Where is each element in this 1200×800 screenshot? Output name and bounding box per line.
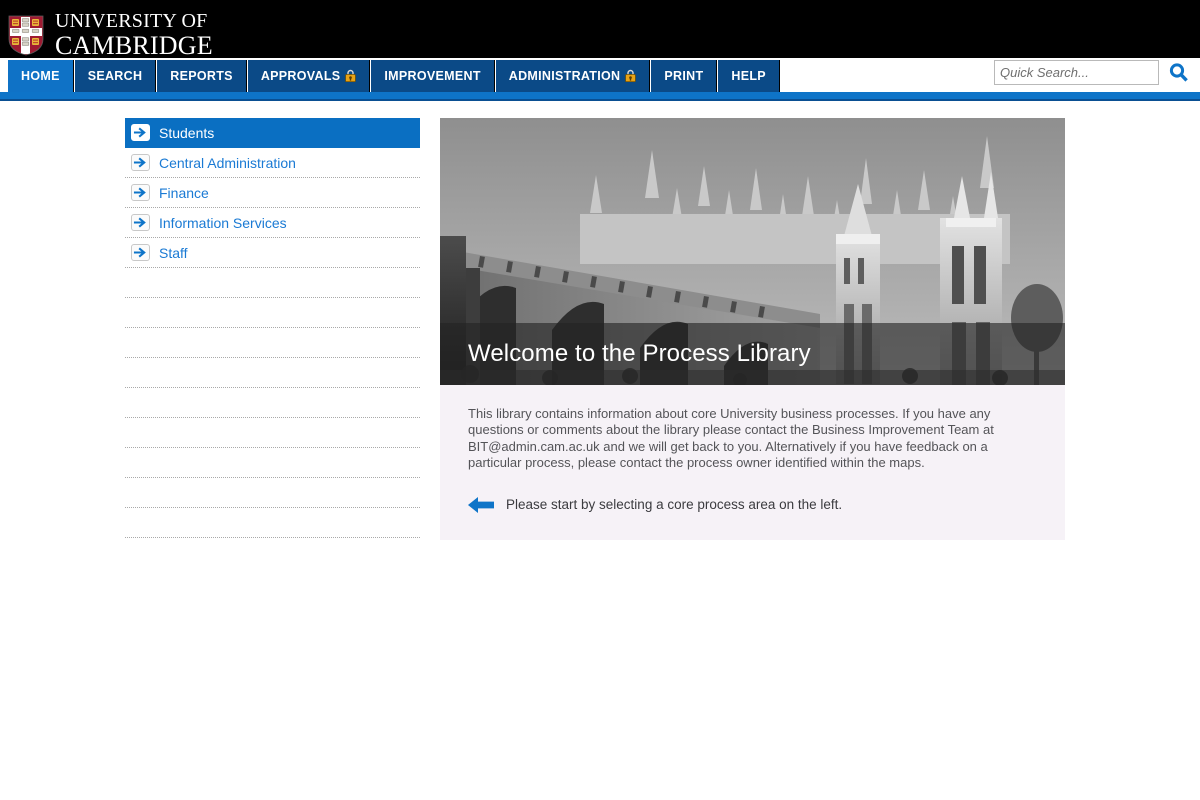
arrow-right-icon xyxy=(131,184,150,201)
process-area-sidebar: Students Central Administration Finance Inf… xyxy=(125,118,420,538)
sidebar-item-finance[interactable]: Finance xyxy=(125,178,420,208)
panel-body: This library contains information about … xyxy=(440,385,1065,514)
nav-item-label: PRINT xyxy=(664,69,704,83)
brand-line-2: CAMBRIDGE xyxy=(55,31,213,60)
lock-icon xyxy=(625,69,637,82)
nav-item-label: REPORTS xyxy=(170,69,233,83)
sidebar-item-label: Information Services xyxy=(159,214,287,231)
sidebar-item-central-administration[interactable]: Central Administration xyxy=(125,148,420,178)
nav-item-home[interactable]: HOME xyxy=(8,60,74,92)
sidebar-item-label: Finance xyxy=(159,184,209,201)
nav-item-label: IMPROVEMENT xyxy=(384,69,481,83)
arrow-right-icon xyxy=(131,214,150,231)
page-title: Welcome to the Process Library xyxy=(468,340,811,367)
sidebar-item-label: Central Administration xyxy=(159,154,296,171)
sidebar-item-staff[interactable]: Staff xyxy=(125,238,420,268)
sidebar-item-students[interactable]: Students xyxy=(125,118,420,148)
arrow-right-icon xyxy=(131,244,150,261)
nav-list: HOME SEARCH REPORTS APPROVALS IMPROVEMENT ADM… xyxy=(8,60,780,92)
nav-item-reports[interactable]: REPORTS xyxy=(157,60,247,92)
sidebar-empty-row xyxy=(125,268,420,298)
nav-item-administration[interactable]: ADMINISTRATION xyxy=(495,60,651,92)
site-header: UNIVERSITY OF CAMBRIDGE xyxy=(0,0,1200,59)
nav-item-label: ADMINISTRATION xyxy=(508,69,621,83)
welcome-banner: Welcome to the Process Library xyxy=(440,118,1065,385)
arrow-right-icon xyxy=(131,154,150,171)
nav-item-label: HOME xyxy=(21,69,60,83)
sidebar-item-label: Students xyxy=(159,124,215,141)
intro-paragraph: This library contains information about … xyxy=(468,406,994,471)
nav-accent-strip xyxy=(0,92,1200,99)
brand-line-1: UNIVERSITY OF xyxy=(55,10,208,32)
nav-item-improvement[interactable]: IMPROVEMENT xyxy=(371,60,495,92)
sidebar-item-label: Staff xyxy=(159,244,188,261)
sidebar-empty-row xyxy=(125,448,420,478)
nav-item-help[interactable]: HELP xyxy=(718,60,780,92)
brand-logo[interactable]: UNIVERSITY OF CAMBRIDGE xyxy=(8,11,213,59)
brand-wordmark: UNIVERSITY OF CAMBRIDGE xyxy=(55,11,213,59)
nav-item-print[interactable]: PRINT xyxy=(651,60,718,92)
nav-item-label: HELP xyxy=(731,69,766,83)
nav-accent-underline xyxy=(0,99,1200,101)
sidebar-empty-row xyxy=(125,478,420,508)
lock-icon xyxy=(345,69,357,82)
sidebar-empty-row xyxy=(125,388,420,418)
sidebar-empty-row xyxy=(125,298,420,328)
main-navigation: HOME SEARCH REPORTS APPROVALS IMPROVEMENT ADM… xyxy=(0,60,1200,92)
content-panel: Welcome to the Process Library This libr… xyxy=(440,118,1065,540)
nav-item-label: APPROVALS xyxy=(260,69,341,83)
sidebar-empty-row xyxy=(125,418,420,448)
sidebar-empty-row xyxy=(125,328,420,358)
arrow-left-icon xyxy=(468,496,494,513)
cta-row: Please start by selecting a core process… xyxy=(468,496,1039,514)
cambridge-crest-icon xyxy=(8,15,44,55)
nav-item-label: SEARCH xyxy=(87,69,143,83)
sidebar-empty-row xyxy=(125,508,420,538)
banner-caption-bar: Welcome to the Process Library xyxy=(440,323,1065,385)
cta-text: Please start by selecting a core process… xyxy=(506,497,843,513)
nav-item-approvals[interactable]: APPROVALS xyxy=(247,60,371,92)
nav-item-search[interactable]: SEARCH xyxy=(74,60,157,92)
sidebar-empty-row xyxy=(125,358,420,388)
sidebar-item-information-services[interactable]: Information Services xyxy=(125,208,420,238)
arrow-right-icon xyxy=(131,124,150,141)
